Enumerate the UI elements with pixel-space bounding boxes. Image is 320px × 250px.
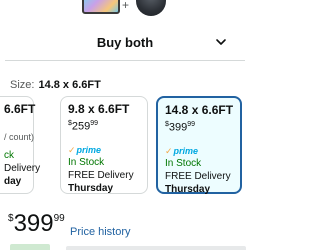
option-delivery: Delivery (4, 163, 41, 174)
option-delivery-day: Thursday (68, 182, 114, 194)
option-price: $25999 (68, 120, 99, 133)
price-history-link[interactable]: Price history (70, 226, 131, 238)
size-value: 14.8 x 6.6FT (38, 79, 101, 91)
prime-badge: ✓prime (68, 144, 102, 155)
prime-check-icon: ✓ (68, 144, 76, 155)
product-page: + Buy both Size: 14.8 x 6.6FT 6.6FT / cou… (0, 0, 250, 250)
buy-both-expander[interactable]: Buy both (5, 24, 245, 61)
price-whole: 399 (13, 210, 54, 237)
option-price: $39999 (165, 121, 196, 134)
truncated-text-line (66, 246, 246, 250)
option-unit-price: / count) (4, 132, 35, 142)
price-cents: 99 (53, 213, 65, 224)
savings-badge (10, 244, 50, 250)
chevron-down-icon (216, 39, 226, 45)
speaker-product-image[interactable] (136, 0, 166, 16)
bundle-thumbnails: + (78, 0, 188, 18)
option-title: 14.8 x 6.6FT (165, 103, 234, 117)
current-price: $39999 (8, 212, 65, 236)
size-option-card-selected[interactable]: 14.8 x 6.6FT $39999 ✓prime In Stock FREE… (156, 96, 242, 195)
tablet-product-image[interactable] (82, 0, 120, 14)
size-label: Size: (10, 79, 35, 91)
plus-icon: + (122, 0, 130, 12)
option-delivery: FREE Delivery (165, 170, 231, 182)
prime-check-icon: ✓ (165, 145, 173, 156)
option-stock-status: In Stock (165, 157, 202, 169)
option-price (4, 120, 26, 132)
option-delivery: FREE Delivery (68, 169, 134, 181)
prime-badge: ✓prime (165, 145, 199, 156)
option-title: 6.6FT (4, 102, 36, 116)
size-selector-label: Size: 14.8 x 6.6FT (10, 79, 101, 91)
option-title: 9.8 x 6.6FT (68, 102, 130, 116)
size-option-card[interactable]: 9.8 x 6.6FT $25999 ✓prime In Stock FREE … (60, 96, 148, 194)
option-delivery-day: Thursday (165, 183, 211, 195)
option-delivery-day: day (4, 176, 22, 187)
buy-both-label: Buy both (96, 34, 154, 50)
size-option-card[interactable]: 6.6FT / count) ck Delivery day (0, 96, 41, 194)
option-stock-status: ck (4, 150, 14, 161)
option-stock-status: In Stock (68, 156, 105, 168)
